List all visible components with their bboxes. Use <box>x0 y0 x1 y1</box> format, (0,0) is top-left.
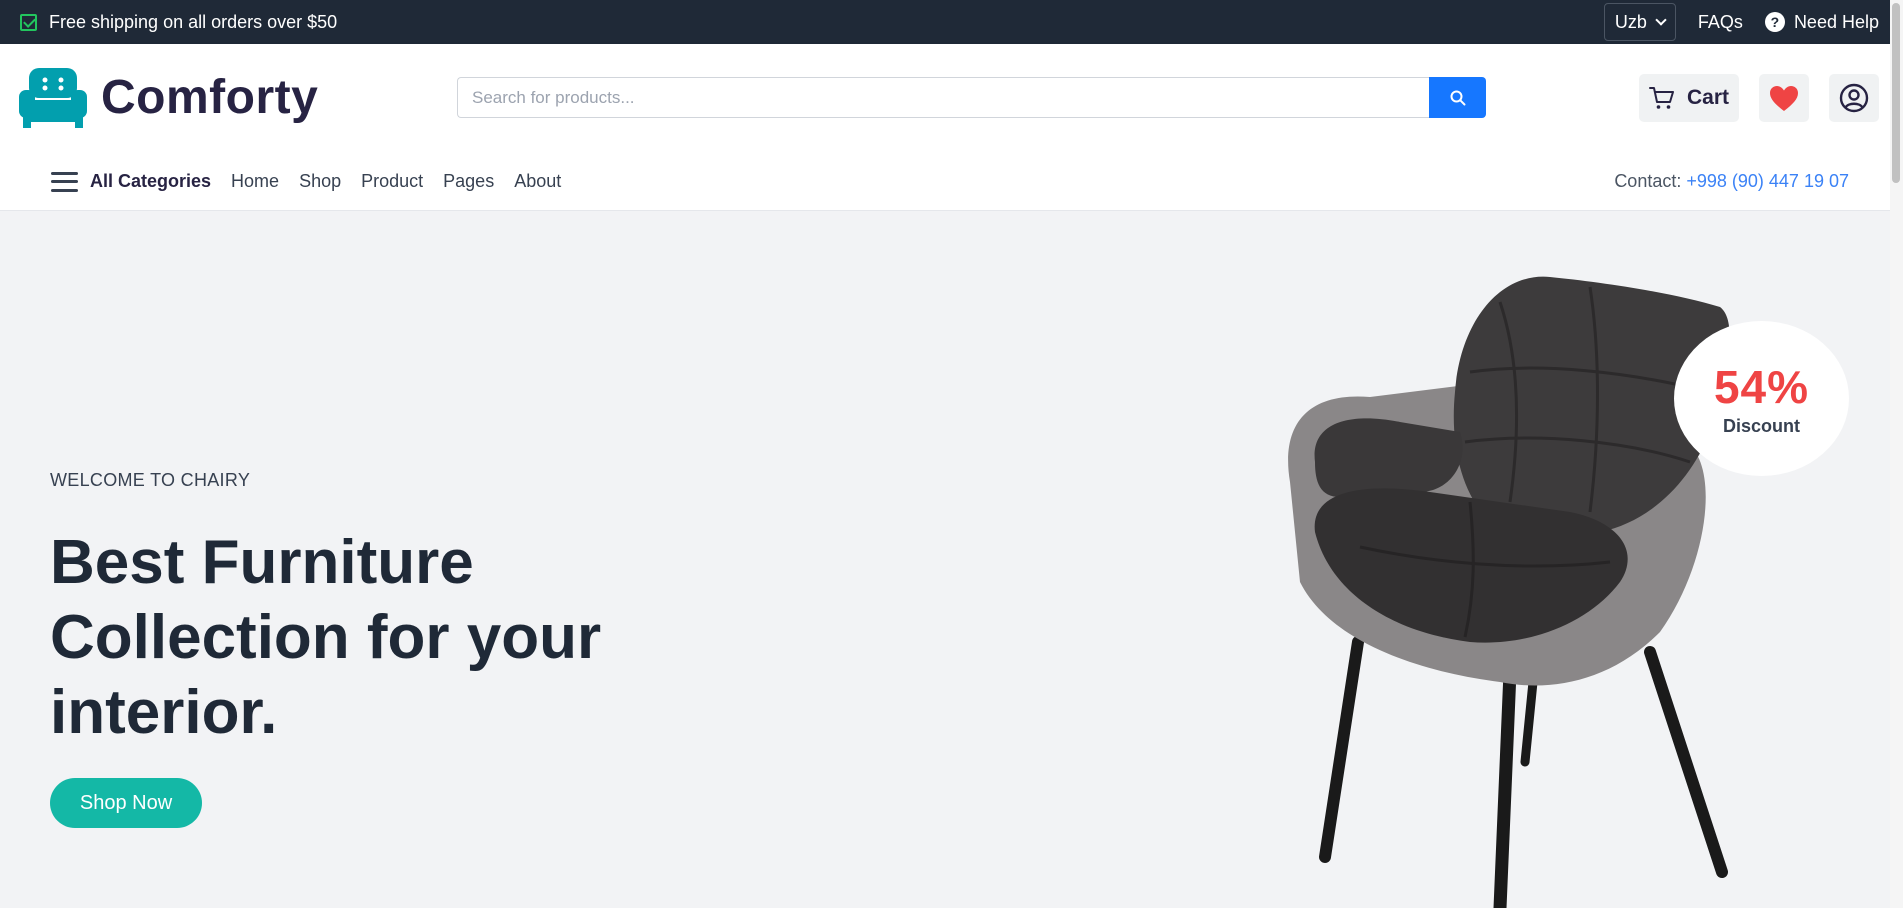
cart-label: Cart <box>1686 86 1729 109</box>
top-bar: Free shipping on all orders over $50 Uzb… <box>0 0 1903 44</box>
nav-link-shop[interactable]: Shop <box>299 171 341 192</box>
all-categories-link[interactable]: All Categories <box>90 171 211 192</box>
help-icon: ? <box>1764 12 1785 32</box>
search-icon <box>1450 90 1465 105</box>
shipping-text: Free shipping on all orders over $50 <box>49 11 338 32</box>
header-actions: Cart <box>1638 74 1879 122</box>
chevron-down-icon <box>1655 14 1667 26</box>
nav-link-product[interactable]: Product <box>361 171 423 192</box>
need-help-link[interactable]: ? Need Help <box>1764 11 1879 33</box>
brand-name: Comforty <box>101 70 319 124</box>
contact-label: Contact: <box>1614 171 1682 191</box>
search-bar <box>457 77 1486 118</box>
language-value: Uzb <box>1614 11 1647 32</box>
user-icon <box>1839 83 1869 113</box>
scrollbar-thumb[interactable] <box>1892 3 1900 183</box>
topbar-actions: Uzb FAQs ? Need Help <box>1603 0 1879 44</box>
shop-now-button[interactable]: Shop Now <box>50 778 202 828</box>
account-button[interactable] <box>1829 74 1879 122</box>
nav-link-about[interactable]: About <box>514 171 561 192</box>
heart-icon <box>1770 85 1798 111</box>
nav-link-pages[interactable]: Pages <box>443 171 494 192</box>
search-button[interactable] <box>1429 77 1486 118</box>
hamburger-icon[interactable] <box>51 171 78 192</box>
brand-logo[interactable]: Comforty <box>19 66 318 128</box>
discount-badge: 54% Discount <box>1674 321 1849 476</box>
search-input[interactable] <box>457 77 1429 118</box>
hero-title: Best Furniture Collection for your inter… <box>50 528 602 747</box>
cart-icon <box>1648 87 1674 109</box>
discount-value: 54% <box>1713 361 1810 413</box>
wishlist-button[interactable] <box>1759 74 1809 122</box>
main-header: Comforty Cart <box>0 44 1903 152</box>
sofa-logo-icon <box>19 68 87 128</box>
contact-info: Contact: +998 (90) 447 19 07 <box>1614 152 1849 211</box>
language-select[interactable]: Uzb <box>1603 3 1676 41</box>
need-help-label: Need Help <box>1793 11 1879 32</box>
nav-link-home[interactable]: Home <box>231 171 279 192</box>
cart-button[interactable]: Cart <box>1638 74 1739 122</box>
check-icon <box>20 13 37 31</box>
hero-subtitle: WELCOME TO CHAIRY <box>50 470 251 490</box>
shipping-notice: Free shipping on all orders over $50 <box>20 0 337 44</box>
contact-phone[interactable]: +998 (90) 447 19 07 <box>1686 171 1849 192</box>
faqs-link[interactable]: FAQs <box>1698 12 1743 33</box>
discount-label: Discount <box>1722 416 1800 436</box>
category-nav: All Categories Home Shop Product Pages A… <box>0 152 1903 211</box>
page-scrollbar[interactable] <box>1890 0 1903 908</box>
nav-menu: All Categories Home Shop Product Pages A… <box>51 152 581 211</box>
